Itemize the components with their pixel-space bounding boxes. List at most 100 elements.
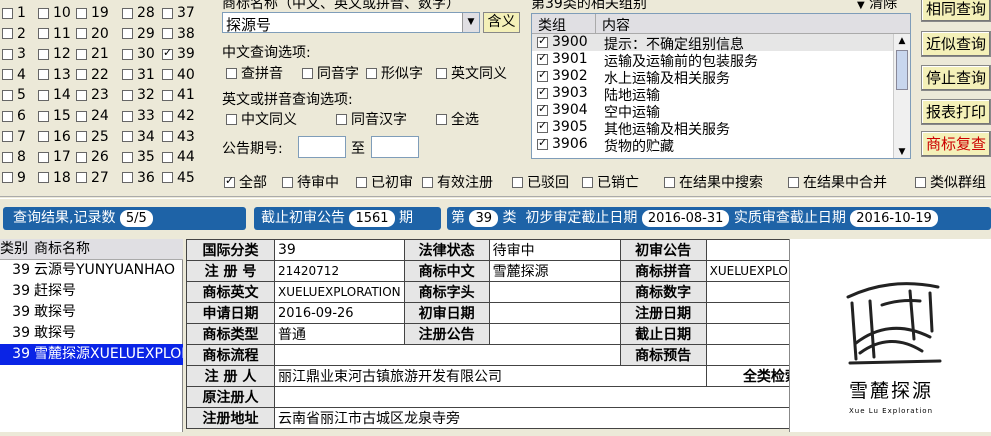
group-row[interactable]: 3904空中运输 xyxy=(532,102,910,121)
list-item[interactable]: 39 云源号YUNYUANHAO xyxy=(0,260,183,281)
status-filter-1[interactable]: 待审中 xyxy=(282,172,339,192)
checkbox-icon[interactable] xyxy=(122,69,133,81)
option-1[interactable]: 同音字 xyxy=(302,63,359,83)
status-filter-4[interactable]: 已驳回 xyxy=(512,172,569,192)
checkbox-icon[interactable] xyxy=(537,136,548,150)
class-checkbox-2[interactable]: 2 xyxy=(2,24,26,44)
content-col-header[interactable]: 内容 xyxy=(602,15,630,35)
checkbox-icon[interactable] xyxy=(162,46,173,60)
checkbox-icon[interactable] xyxy=(38,172,49,184)
checkbox-icon[interactable] xyxy=(2,69,13,81)
group-row[interactable]: 3901运输及运输前的包装服务 xyxy=(532,51,910,70)
class-checkbox-20[interactable]: 20 xyxy=(76,24,109,44)
class-checkbox-7[interactable]: 7 xyxy=(2,127,26,147)
checkbox-icon[interactable] xyxy=(38,69,49,81)
option-2[interactable]: 全选 xyxy=(436,109,479,129)
group-row[interactable]: 3900提示：不确定组别信息 xyxy=(532,34,910,53)
class-checkbox-24[interactable]: 24 xyxy=(76,106,109,126)
group-scrollbar[interactable]: ▲ ▼ xyxy=(893,34,910,158)
class-checkbox-34[interactable]: 34 xyxy=(122,127,155,147)
group-col-header[interactable]: 类组 xyxy=(538,15,566,35)
group-row[interactable]: 3906 货物的贮藏 xyxy=(532,136,910,155)
checkbox-icon[interactable] xyxy=(537,119,548,133)
option-2[interactable]: 形似字 xyxy=(366,63,423,83)
class-checkbox-15[interactable]: 15 xyxy=(38,106,71,126)
class-checkbox-41[interactable]: 41 xyxy=(162,85,195,105)
checkbox-icon[interactable] xyxy=(162,89,173,101)
group-row[interactable]: 3902水上运输及相关服务 xyxy=(532,68,910,87)
class-checkbox-13[interactable]: 13 xyxy=(38,65,71,85)
class-checkbox-18[interactable]: 18 xyxy=(38,168,71,188)
class-checkbox-10[interactable]: 10 xyxy=(38,3,71,23)
checkbox-icon[interactable] xyxy=(38,89,49,101)
list-item[interactable]: 39 敢探号 xyxy=(0,323,183,344)
checkbox-icon[interactable] xyxy=(356,176,367,188)
gazette-to-input[interactable] xyxy=(371,136,419,158)
checkbox-icon[interactable] xyxy=(76,48,87,60)
option-1[interactable]: 同音汉字 xyxy=(336,109,407,129)
clear-option[interactable]: ▼ 清除 xyxy=(857,0,897,13)
checkbox-icon[interactable] xyxy=(282,176,293,188)
class-checkbox-40[interactable]: 40 xyxy=(162,65,195,85)
class-checkbox-39[interactable]: 39 xyxy=(162,44,195,64)
checkbox-icon[interactable] xyxy=(38,48,49,60)
class-checkbox-26[interactable]: 26 xyxy=(76,147,109,167)
class-checkbox-38[interactable]: 38 xyxy=(162,24,195,44)
checkbox-icon[interactable] xyxy=(664,176,675,188)
checkbox-icon[interactable] xyxy=(76,89,87,101)
class-checkbox-19[interactable]: 19 xyxy=(76,3,109,23)
name-col-header[interactable]: 商标名称 xyxy=(34,241,90,257)
scroll-down-icon[interactable]: ▼ xyxy=(894,145,910,158)
group-row[interactable]: 3905其他运输及相关服务 xyxy=(532,119,910,138)
status-filter-8[interactable]: 类似群组 xyxy=(915,172,986,192)
checkbox-icon[interactable] xyxy=(537,34,548,48)
class-checkbox-27[interactable]: 27 xyxy=(76,168,109,188)
class-checkbox-23[interactable]: 23 xyxy=(76,85,109,105)
result-list[interactable]: 类别 商标名称 39 云源号YUNYUANHAO 39 赶探号 39 敢探号 39 敢探号 39 雪… xyxy=(0,239,183,432)
list-item[interactable]: 39雪麓探源XUELUEXPLORATION xyxy=(0,344,183,365)
checkbox-icon[interactable] xyxy=(226,67,237,79)
checkbox-icon[interactable] xyxy=(2,89,13,101)
checkbox-icon[interactable] xyxy=(122,151,133,163)
class-checkbox-32[interactable]: 32 xyxy=(122,85,155,105)
checkbox-icon[interactable] xyxy=(122,48,133,60)
class-checkbox-30[interactable]: 30 xyxy=(122,44,155,64)
checkbox-icon[interactable] xyxy=(537,51,548,65)
checkbox-icon[interactable] xyxy=(915,176,926,188)
class-col-header[interactable]: 类别 xyxy=(0,239,34,259)
scroll-up-icon[interactable]: ▲ xyxy=(894,34,910,48)
status-filter-7[interactable]: 在结果中合并 xyxy=(788,172,887,192)
checkbox-icon[interactable] xyxy=(38,28,49,40)
class-checkbox-12[interactable]: 12 xyxy=(38,44,71,64)
class-checkbox-22[interactable]: 22 xyxy=(76,65,109,85)
checkbox-icon[interactable] xyxy=(788,176,799,188)
class-checkbox-25[interactable]: 25 xyxy=(76,127,109,147)
checkbox-icon[interactable] xyxy=(122,89,133,101)
checkbox-icon[interactable] xyxy=(76,131,87,143)
checkbox-icon[interactable] xyxy=(38,7,49,19)
class-checkbox-44[interactable]: 44 xyxy=(162,147,195,167)
class-checkbox-28[interactable]: 28 xyxy=(122,3,155,23)
checkbox-icon[interactable] xyxy=(336,113,347,125)
class-checkbox-29[interactable]: 29 xyxy=(122,24,155,44)
group-list[interactable]: 类组 内容 3900提示：不确定组别信息3901运输及运输前的包装服务3902水… xyxy=(531,13,911,159)
group-row[interactable]: 3903陆地运输 xyxy=(532,85,910,104)
list-item[interactable]: 39 赶探号 xyxy=(0,281,183,302)
class-checkbox-11[interactable]: 11 xyxy=(38,24,71,44)
checkbox-icon[interactable] xyxy=(2,110,13,122)
report-print-button[interactable]: 报表打印 xyxy=(921,99,991,125)
class-checkbox-43[interactable]: 43 xyxy=(162,127,195,147)
checkbox-icon[interactable] xyxy=(512,176,523,188)
checkbox-icon[interactable] xyxy=(2,7,13,19)
class-checkbox-35[interactable]: 35 xyxy=(122,147,155,167)
checkbox-icon[interactable] xyxy=(76,110,87,122)
class-checkbox-1[interactable]: 1 xyxy=(2,3,26,23)
class-checkbox-5[interactable]: 5 xyxy=(2,85,26,105)
checkbox-icon[interactable] xyxy=(537,85,548,99)
checkbox-icon[interactable] xyxy=(162,110,173,122)
class-checkbox-45[interactable]: 45 xyxy=(162,168,195,188)
class-checkbox-37[interactable]: 37 xyxy=(162,3,195,23)
checkbox-icon[interactable] xyxy=(162,69,173,81)
class-checkbox-42[interactable]: 42 xyxy=(162,106,195,126)
chevron-down-icon[interactable]: ▼ xyxy=(462,13,479,32)
